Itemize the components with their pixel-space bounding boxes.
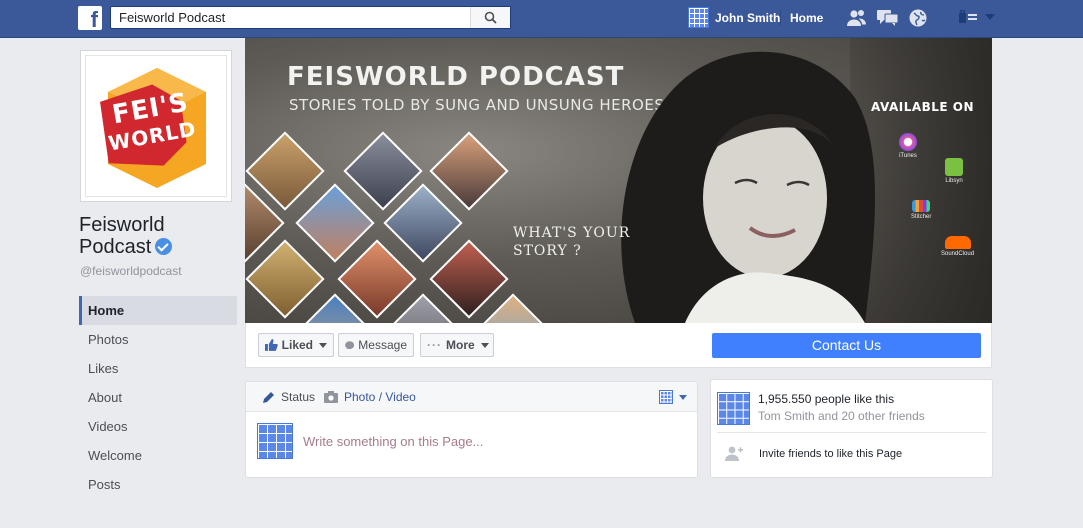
messages-icon[interactable]: [877, 9, 899, 27]
more-button[interactable]: ··· More: [420, 333, 494, 357]
tab-photo-video-label: Photo / Video: [344, 390, 416, 404]
more-dots-icon: ···: [427, 338, 442, 352]
stitcher-icon: [912, 200, 931, 212]
account-menu-caret-icon[interactable]: [985, 13, 995, 21]
cover-tagline-line1: WHAT'S YOUR: [513, 225, 631, 241]
platform-stitcher: Stitcher: [911, 200, 931, 220]
platform-label: iTunes: [899, 153, 917, 159]
friend-requests-icon[interactable]: [847, 9, 867, 27]
guest-photo-mosaic: [245, 131, 553, 323]
nav-item-home[interactable]: Home: [79, 296, 237, 325]
nav-item-likes[interactable]: Likes: [79, 354, 237, 383]
more-button-label: More: [446, 338, 475, 352]
message-button-label: Message: [358, 338, 407, 352]
composer-avatar: [257, 423, 293, 459]
likes-summary[interactable]: 1,955.550 people like this Tom Smith and…: [717, 391, 925, 425]
composer-body[interactable]: Write something on this Page...: [257, 423, 483, 459]
nav-item-videos[interactable]: Videos: [79, 412, 237, 441]
composer-identity-menu[interactable]: [659, 390, 687, 404]
likes-friends[interactable]: Tom Smith and 20 other friends: [758, 408, 925, 425]
contact-us-button[interactable]: Contact Us: [712, 333, 981, 358]
page-title-line2-wrap: Podcast: [79, 236, 173, 258]
page-avatar-icon: [659, 390, 673, 404]
camera-icon: [324, 391, 338, 403]
liked-button-label: Liked: [281, 338, 313, 352]
tab-status-label: Status: [281, 390, 316, 404]
nav-item-posts[interactable]: Posts: [79, 470, 237, 499]
page-title-line2: Podcast: [79, 236, 152, 258]
pencil-icon: [263, 391, 274, 403]
likes-count: 1,955.550 people like this: [758, 392, 895, 406]
composer-placeholder[interactable]: Write something on this Page...: [303, 434, 483, 449]
soundcloud-icon: [944, 236, 971, 249]
cover-photo[interactable]: FEISWORLD PODCAST STORIES TOLD BY SUNG A…: [245, 38, 992, 323]
available-on-heading: AVAILABLE ON: [871, 100, 975, 114]
invite-friends-label: Invite friends to like this Page: [759, 447, 903, 460]
thumbs-up-icon: [265, 339, 278, 351]
libsyn-icon: [945, 158, 963, 176]
message-button[interactable]: Message: [338, 333, 414, 357]
feisworld-logo: FEI'S WORLD: [85, 55, 227, 197]
likes-text: 1,955.550 people like this Tom Smith and…: [758, 391, 925, 425]
invite-friends-link[interactable]: Invite friends to like this Page: [725, 446, 902, 461]
add-friend-icon: [725, 446, 743, 461]
host-portrait: [621, 51, 875, 323]
user-avatar: [688, 7, 709, 28]
profile-picture[interactable]: FEI'S WORLD: [80, 50, 232, 202]
page-title-line1: Feisworld: [79, 214, 165, 236]
topbar-divider: [780, 10, 781, 26]
tab-status[interactable]: Status: [262, 390, 315, 404]
search-button[interactable]: [470, 7, 510, 28]
divider: [717, 432, 986, 433]
privacy-shortcuts-icon[interactable]: [959, 10, 977, 24]
chevron-down-icon: [480, 342, 489, 348]
topbar-right: [959, 10, 995, 24]
chevron-down-icon: [319, 342, 327, 348]
messenger-icon: [345, 340, 355, 349]
platform-libsyn: Libsyn: [945, 158, 963, 184]
likes-panel: 1,955.550 people like this Tom Smith and…: [710, 379, 993, 478]
page-title: Feisworld Podcast: [79, 214, 173, 258]
likes-avatar: [717, 391, 750, 425]
home-link[interactable]: Home: [790, 11, 823, 25]
page-action-bar: Liked Message ··· More Contact Us: [245, 323, 992, 368]
nav-item-photos[interactable]: Photos: [79, 325, 237, 354]
composer-tabs: Status Photo / Video: [246, 382, 697, 412]
post-composer: Status Photo / Video Write something on …: [245, 381, 698, 478]
cover-tagline: WHAT'S YOUR STORY ?: [513, 224, 630, 260]
page-handle[interactable]: @feisworldpodcast: [80, 264, 182, 278]
guest-photo: [429, 131, 509, 211]
left-navigation: Home Photos Likes About Videos Welcome P…: [79, 296, 237, 499]
cover-tagline-line2: STORY ?: [513, 243, 582, 259]
guest-photo: [245, 239, 325, 319]
facebook-logo-icon[interactable]: f: [78, 6, 102, 30]
liked-button[interactable]: Liked: [258, 333, 334, 357]
platform-label: Libsyn: [945, 178, 963, 184]
top-navbar: f John Smith Home: [0, 0, 1083, 38]
chevron-down-icon: [679, 394, 687, 400]
search-input[interactable]: [111, 7, 471, 28]
user-profile-link[interactable]: John Smith: [688, 7, 780, 28]
platform-soundcloud: SoundCloud: [941, 236, 974, 257]
facebook-logo-letter: f: [90, 7, 98, 30]
nav-item-welcome[interactable]: Welcome: [79, 441, 237, 470]
itunes-icon: [899, 133, 917, 151]
guest-photo: [429, 239, 509, 319]
search-icon: [484, 11, 497, 24]
platform-label: SoundCloud: [941, 251, 975, 257]
notifications-globe-icon[interactable]: [909, 9, 927, 27]
guest-photo: [295, 183, 375, 263]
nav-item-about[interactable]: About: [79, 383, 237, 412]
topbar-icons: [847, 9, 927, 27]
search-bar: [110, 6, 511, 29]
user-name: John Smith: [715, 10, 781, 25]
platform-itunes: iTunes: [899, 133, 917, 159]
verified-badge-icon: [155, 238, 173, 255]
tab-photo-video[interactable]: Photo / Video: [324, 390, 416, 404]
platform-label: Stitcher: [911, 214, 932, 220]
